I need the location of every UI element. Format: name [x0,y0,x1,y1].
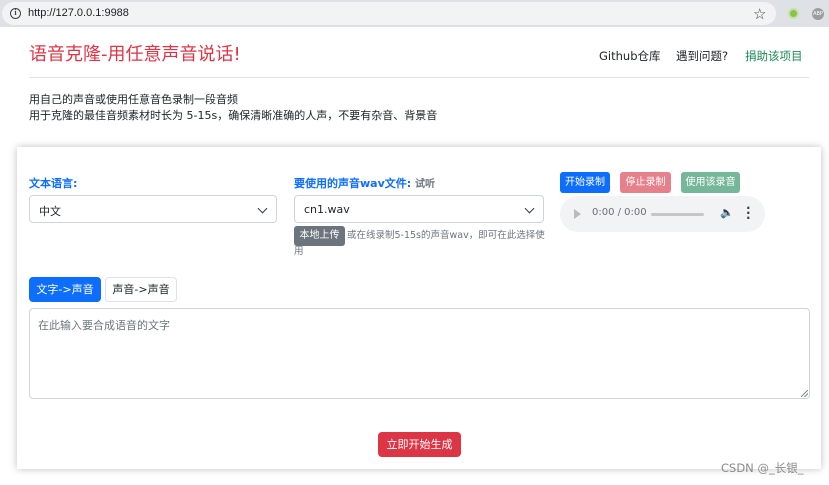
intro-text: 用自己的声音或使用任意音色录制一段音频 用于克隆的最佳音频素材时长为 5-15s… [29,92,437,124]
language-select[interactable]: 中文 [29,195,277,223]
play-icon[interactable] [574,209,581,219]
start-recording-button[interactable]: 开始录制 [560,172,610,193]
language-label: 文本语言: [29,177,78,190]
extension-icon[interactable] [788,8,799,19]
text-input-placeholder: 在此输入要合成语音的文字 [38,319,170,332]
header-divider [29,77,809,78]
nav-github-link[interactable]: Github仓库 [599,48,661,64]
watermark: CSDN @_长银_ [721,461,804,475]
resize-grip-icon[interactable] [801,390,808,397]
chevron-down-icon [524,203,535,214]
voice-file-label-text: 要使用的声音wav文件: [294,177,412,190]
local-upload-button[interactable]: 本地上传 [294,226,345,246]
voice-file-select-value: cn1.wav [304,203,350,216]
voice-file-select[interactable]: cn1.wav [294,195,544,223]
nav-donate-link[interactable]: 捐助该项目 [745,48,803,64]
stop-recording-button[interactable]: 停止录制 [620,172,671,193]
adblock-extension-icon[interactable]: ABP [812,8,824,20]
audio-time: 0:00 / 0:00 [592,207,647,218]
intro-line-1: 用自己的声音或使用任意音色录制一段音频 [29,93,238,106]
info-icon[interactable]: i [10,8,21,19]
address-bar[interactable]: i http://127.0.0.1:9988 ☆ [2,2,776,25]
language-select-value: 中文 [39,205,61,218]
bookmark-star-icon[interactable]: ☆ [753,6,766,22]
page-title[interactable]: 语音克隆-用任意声音说话! [29,40,241,66]
generate-button[interactable]: 立即开始生成 [378,432,461,457]
text-input[interactable]: 在此输入要合成语音的文字 [29,308,810,399]
tab-text-to-speech[interactable]: 文字->声音 [29,277,101,302]
intro-line-2: 用于克隆的最佳音频素材时长为 5-15s，确保清晰准确的人声，不要有杂音、背景音 [29,109,438,122]
use-recording-button[interactable]: 使用该录音 [681,172,740,193]
browser-toolbar: i http://127.0.0.1:9988 ☆ ABP [0,0,829,27]
audio-progress-track[interactable] [651,213,704,216]
tab-speech-to-speech[interactable]: 声音->声音 [105,277,177,302]
audio-player: 0:00 / 0:00 🔈 · · · [560,196,765,232]
voice-preview-link[interactable]: 试听 [415,179,435,190]
chevron-down-icon [257,203,268,214]
nav-issues-link[interactable]: 遇到问题? [676,48,728,64]
url-text[interactable]: http://127.0.0.1:9988 [28,7,129,19]
voice-file-label: 要使用的声音wav文件: 试听 [294,175,435,191]
more-options-icon[interactable]: · · · [746,202,751,224]
volume-icon[interactable]: 🔈 [720,206,734,219]
